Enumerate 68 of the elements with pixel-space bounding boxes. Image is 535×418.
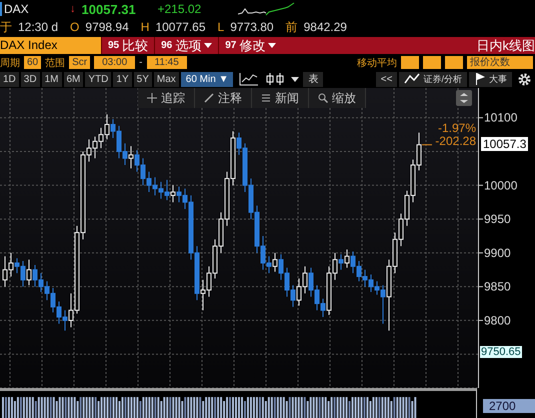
- ticker-field[interactable]: DAX Index: [0, 37, 101, 54]
- field-label: O: [70, 20, 80, 34]
- back-button[interactable]: <<: [376, 72, 398, 86]
- separator-label: -: [139, 57, 142, 68]
- last-price-label: 10057.3: [481, 136, 528, 151]
- tool-button[interactable]: 缩放: [309, 88, 366, 108]
- range-button[interactable]: 1Y: [113, 72, 132, 86]
- average-field[interactable]: [423, 56, 441, 69]
- table-button[interactable]: 表: [303, 72, 324, 86]
- news-icon[interactable]: [261, 93, 271, 103]
- setting-label: 移动平均: [357, 56, 397, 70]
- function-title: 日内k线图: [476, 36, 535, 54]
- chart-icon[interactable]: [404, 73, 420, 85]
- range-button[interactable]: 60 Min ▼: [180, 72, 234, 86]
- search-icon[interactable]: [318, 93, 328, 103]
- average-field[interactable]: [401, 56, 419, 69]
- range-button[interactable]: 6M: [64, 72, 84, 86]
- volume-label: 2700: [483, 399, 535, 413]
- range-button[interactable]: 1M: [42, 72, 62, 86]
- field-value: 10077.65: [155, 20, 206, 34]
- range-button[interactable]: 5Y: [134, 72, 152, 86]
- field-label: 于: [0, 18, 12, 36]
- field-label: 前: [286, 18, 298, 36]
- percent-change: -1.97%: [438, 120, 476, 135]
- settings-icon[interactable]: [518, 72, 531, 86]
- crosshair-icon[interactable]: [147, 93, 157, 103]
- last-price: 10057.31: [82, 2, 137, 16]
- field-value: 12:30 d: [18, 20, 58, 34]
- price-change: +215.02: [158, 2, 202, 16]
- axis-label: 9900: [484, 246, 511, 260]
- tool-button[interactable]: 注释: [195, 88, 252, 108]
- field-value: 9798.94: [85, 20, 129, 34]
- setting-label: 周期: [0, 56, 20, 70]
- axis-label: 10000: [484, 178, 518, 192]
- symbol-label: DAX: [0, 2, 64, 16]
- low-price-label: 9750.65: [480, 346, 522, 358]
- caret-icon[interactable]: [291, 76, 300, 82]
- range-button[interactable]: 1D: [0, 72, 19, 86]
- axis-label: 9800: [484, 313, 511, 328]
- end-time-field[interactable]: 11:45: [146, 56, 187, 69]
- pencil-icon[interactable]: [204, 93, 214, 103]
- axis-label: 9950: [484, 212, 511, 226]
- caret-icon[interactable]: [204, 43, 212, 48]
- line-chart-icon[interactable]: [239, 72, 260, 86]
- analysis-button[interactable]: 证券/分析: [399, 72, 467, 86]
- range-button[interactable]: Max: [154, 72, 179, 86]
- field-value: 9842.29: [304, 20, 347, 34]
- range-field[interactable]: Scr: [69, 56, 90, 69]
- point-change: -202.28: [435, 134, 476, 148]
- axis-label: 9850: [484, 280, 511, 294]
- range-button[interactable]: YTD: [85, 72, 112, 86]
- caret-icon[interactable]: [268, 43, 276, 48]
- leader-line: [422, 144, 432, 146]
- period-field[interactable]: 60: [24, 56, 42, 69]
- flag-icon[interactable]: [474, 73, 486, 85]
- field-label: L: [218, 20, 224, 34]
- average-field[interactable]: [445, 56, 463, 69]
- tool-button[interactable]: 新闻: [252, 88, 309, 108]
- events-button[interactable]: 大事: [469, 72, 512, 86]
- range-button[interactable]: 3D: [20, 72, 40, 86]
- setting-label: 范围: [45, 56, 66, 70]
- field-value: 9773.80: [230, 20, 274, 34]
- ticks-field[interactable]: 报价次数: [467, 56, 533, 69]
- tool-button[interactable]: 追踪: [138, 88, 195, 108]
- axis-label: 10100: [484, 110, 518, 125]
- down-arrow: ↓: [70, 3, 76, 15]
- field-label: H: [140, 20, 150, 34]
- start-time-field[interactable]: 03:00: [94, 56, 136, 69]
